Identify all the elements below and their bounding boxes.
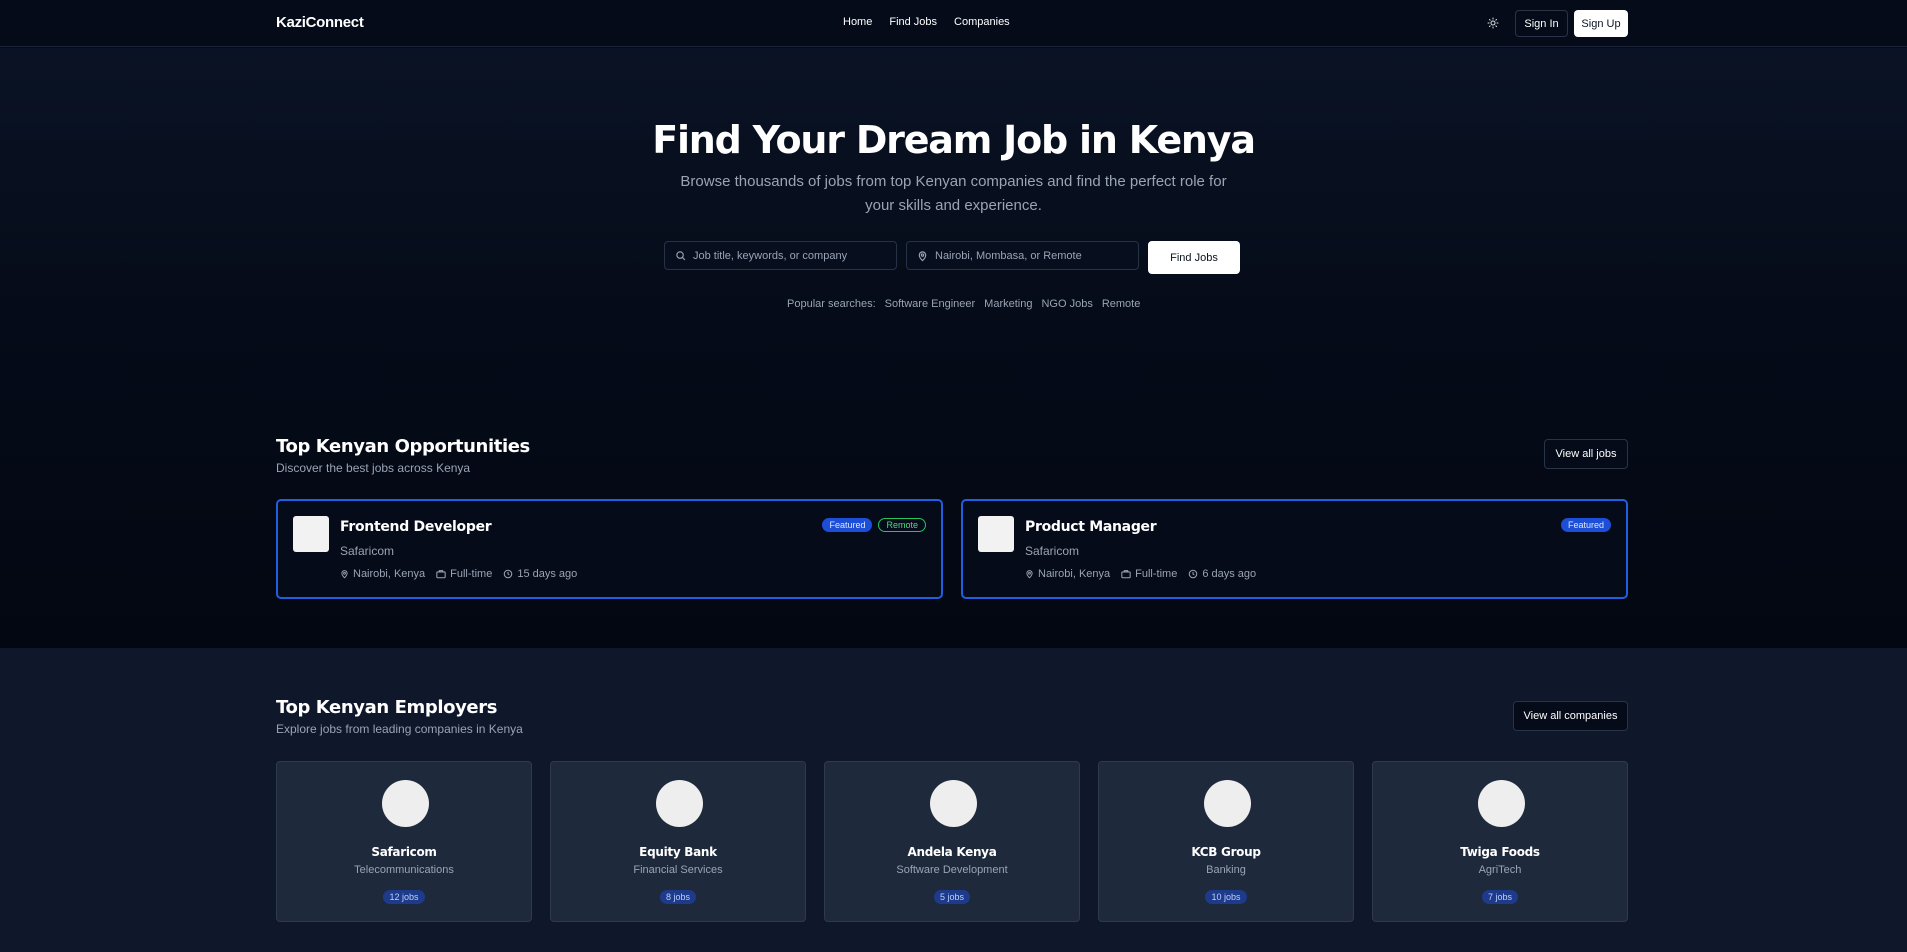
hero-title: Find Your Dream Job in Kenya [652, 118, 1256, 162]
search-icon [676, 251, 686, 261]
employer-name: Twiga Foods [1460, 845, 1540, 859]
job-meta: Nairobi, Kenya Full-time 15 days ago [340, 568, 577, 580]
job-location: Nairobi, Kenya [1025, 568, 1110, 580]
view-all-jobs-button[interactable]: View all jobs [1544, 439, 1628, 469]
employer-logo [382, 780, 429, 827]
employer-logo [1478, 780, 1525, 827]
featured-badge: Featured [1560, 518, 1611, 532]
nav-link-companies[interactable]: Companies [954, 16, 1010, 28]
job-company: Safaricom [340, 544, 395, 558]
popular-tag-marketing[interactable]: Marketing [984, 298, 1032, 310]
briefcase-icon [1121, 570, 1131, 579]
job-posted: 15 days ago [503, 568, 577, 580]
company-logo [978, 516, 1014, 552]
map-pin-icon [918, 250, 927, 261]
jobs-section-title: Top Kenyan Opportunities [276, 436, 530, 457]
top-navbar: KaziConnect Home Find Jobs Companies Sig… [0, 0, 1907, 47]
map-pin-icon [341, 570, 348, 579]
nav-link-home[interactable]: Home [843, 16, 872, 28]
theme-toggle-button[interactable] [1485, 15, 1501, 31]
employer-card[interactable]: Twiga Foods AgriTech 7 jobs [1372, 761, 1628, 922]
employer-logo [930, 780, 977, 827]
job-type: Full-time [1121, 568, 1177, 580]
job-posted-text: 15 days ago [517, 568, 578, 580]
job-badges: Featured Remote [822, 518, 926, 532]
employers-section-title: Top Kenyan Employers [276, 697, 498, 718]
clock-icon [1189, 569, 1198, 579]
job-card[interactable]: Frontend Developer Safaricom Nairobi, Ke… [276, 499, 943, 599]
find-jobs-button[interactable]: Find Jobs [1148, 241, 1240, 274]
popular-tag-ngo-jobs[interactable]: NGO Jobs [1041, 298, 1092, 310]
briefcase-icon [436, 570, 446, 579]
employer-job-count: 10 jobs [1205, 890, 1247, 904]
employer-card[interactable]: Andela Kenya Software Development 5 jobs [824, 761, 1080, 922]
nav-links: Home Find Jobs Companies [843, 16, 1010, 28]
job-card[interactable]: Product Manager Safaricom Nairobi, Kenya… [961, 499, 1628, 599]
employer-industry: Telecommunications [354, 864, 454, 876]
employer-industry: Software Development [896, 864, 1008, 876]
job-posted-text: 6 days ago [1202, 568, 1257, 580]
job-location-text: Nairobi, Kenya [353, 568, 426, 580]
clock-icon [504, 569, 513, 579]
keyword-search-field[interactable] [664, 241, 897, 270]
hero-subtitle: Browse thousands of jobs from top Kenyan… [680, 173, 1227, 214]
employer-card[interactable]: Equity Bank Financial Services 8 jobs [550, 761, 806, 922]
jobs-section-subtitle: Discover the best jobs across Kenya [276, 461, 471, 475]
job-location: Nairobi, Kenya [340, 568, 425, 580]
employers-section: Top Kenyan Employers Explore jobs from l… [0, 648, 1907, 952]
company-logo [293, 516, 329, 552]
job-title[interactable]: Frontend Developer [340, 519, 492, 535]
sign-in-button[interactable]: Sign In [1515, 10, 1568, 37]
employer-job-count: 8 jobs [659, 890, 697, 904]
job-location-text: Nairobi, Kenya [1038, 568, 1111, 580]
popular-searches-label: Popular searches: [787, 298, 876, 310]
employer-card[interactable]: KCB Group Banking 10 jobs [1098, 761, 1354, 922]
sign-up-button[interactable]: Sign Up [1574, 10, 1628, 37]
employer-name: Andela Kenya [907, 845, 997, 859]
employer-name: Equity Bank [639, 845, 717, 859]
view-all-companies-button[interactable]: View all companies [1513, 701, 1628, 731]
remote-badge: Remote [878, 518, 926, 532]
job-meta: Nairobi, Kenya Full-time 6 days ago [1025, 568, 1256, 580]
employer-industry: Financial Services [633, 864, 723, 876]
job-type-text: Full-time [1135, 568, 1178, 580]
employer-industry: AgriTech [1478, 864, 1522, 876]
employer-logo [1204, 780, 1251, 827]
location-search-input[interactable] [935, 249, 1115, 262]
employer-industry: Banking [1206, 864, 1246, 876]
job-type-text: Full-time [450, 568, 493, 580]
job-company: Safaricom [1025, 544, 1080, 558]
employer-name: KCB Group [1191, 845, 1261, 859]
job-type: Full-time [436, 568, 492, 580]
popular-searches: Popular searches: Software Engineer Mark… [787, 298, 1140, 310]
employer-card[interactable]: Safaricom Telecommunications 12 jobs [276, 761, 532, 922]
brand-logo[interactable]: KaziConnect [276, 14, 364, 31]
keyword-search-input[interactable] [693, 249, 873, 262]
employer-job-count: 12 jobs [383, 890, 425, 904]
featured-badge: Featured [822, 518, 873, 532]
page: KaziConnect Home Find Jobs Companies Sig… [0, 0, 1907, 952]
job-posted: 6 days ago [1188, 568, 1256, 580]
job-title[interactable]: Product Manager [1025, 519, 1157, 535]
employer-logo [656, 780, 703, 827]
employer-job-count: 7 jobs [1481, 890, 1519, 904]
employer-job-count: 5 jobs [933, 890, 971, 904]
employer-name: Safaricom [371, 845, 437, 859]
nav-link-find-jobs[interactable]: Find Jobs [889, 16, 937, 28]
popular-tag-software-engineer[interactable]: Software Engineer [885, 298, 976, 310]
location-search-field[interactable] [906, 241, 1139, 270]
job-badges: Featured [1560, 518, 1611, 532]
map-pin-icon [1026, 570, 1033, 579]
popular-tag-remote[interactable]: Remote [1102, 298, 1141, 310]
employers-section-subtitle: Explore jobs from leading companies in K… [276, 722, 523, 736]
sun-icon [1487, 17, 1499, 29]
